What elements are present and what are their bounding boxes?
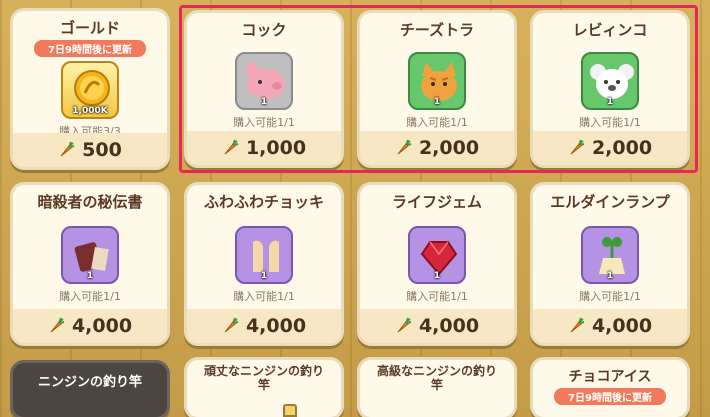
item-name: ニンジンの釣り竿 <box>37 375 142 390</box>
price: 2,000 <box>418 137 480 159</box>
carrot-icon <box>397 317 412 333</box>
price: 4,000 <box>591 315 653 337</box>
item-quantity: 1 <box>606 271 614 281</box>
purchase-limit: 購入可能1/1 <box>59 290 121 303</box>
purchase-limit: 購入可能1/1 <box>406 290 468 303</box>
scroll-book-icon: 1 <box>61 226 119 284</box>
item-name: エルダインランプ <box>550 193 670 211</box>
shop-item-cheese-tora[interactable]: チーズトラ 1 購入可能1/1 2,000 <box>357 10 517 168</box>
item-name: 高級なニンジンの釣り竿 <box>376 364 497 392</box>
item-name: チョコアイス <box>568 369 652 385</box>
item-name: チーズトラ <box>399 21 475 39</box>
carrot-icon <box>60 141 75 157</box>
purchase-limit: 購入可能1/1 <box>579 290 641 303</box>
refresh-timer-badge: 7日9時間後に更新 <box>554 388 666 405</box>
shop-item-carrot-rod[interactable]: ニンジンの釣り竿 <box>10 360 170 417</box>
carrot-icon <box>570 317 585 333</box>
price: 2,000 <box>591 137 653 159</box>
scroll-pointer-icon <box>283 404 297 417</box>
orange-cat-icon: 1 <box>408 52 466 110</box>
item-name: コック <box>241 21 287 39</box>
carrot-icon <box>570 139 585 155</box>
shop-item-sturdy-carrot-rod[interactable]: 頑丈なニンジンの釣り竿 <box>184 357 344 417</box>
shop-item-choco-ice[interactable]: チョコアイス 7日9時間後に更新 <box>530 357 690 417</box>
item-quantity: 1,000K <box>72 106 108 116</box>
price-bar: 2,000 <box>360 131 514 165</box>
purchase-limit: 購入可能1/1 <box>233 116 295 129</box>
item-name: レビィンコ <box>572 21 648 39</box>
price-bar: 4,000 <box>533 309 687 343</box>
item-name: ふわふわチョッキ <box>203 193 324 211</box>
item-name: ゴールド <box>59 19 120 37</box>
purchase-limit: 購入可能1/1 <box>579 116 641 129</box>
price-bar: 4,000 <box>360 309 514 343</box>
shop-item-fluffy-vest[interactable]: ふわふわチョッキ 1 購入可能1/1 4,000 <box>184 182 344 346</box>
price-bar: 4,000 <box>13 309 167 343</box>
carrot-icon <box>50 317 65 333</box>
shop-item-assassin-book[interactable]: 暗殺者の秘伝書 1 購入可能1/1 4,000 <box>10 182 170 346</box>
price: 500 <box>82 139 122 161</box>
shop-item-kokku[interactable]: コック 1 購入可能1/1 1,000 <box>184 10 344 168</box>
price: 4,000 <box>245 315 307 337</box>
shop-item-gold[interactable]: ゴールド 7日9時間後に更新 1,000K 購入可能3/3 500 <box>10 8 170 170</box>
item-quantity: 1 <box>86 271 94 281</box>
price-bar: 500 <box>13 133 167 167</box>
refresh-timer-badge: 7日9時間後に更新 <box>34 40 146 57</box>
price-bar: 1,000 <box>187 131 341 165</box>
item-name: 暗殺者の秘伝書 <box>37 193 143 211</box>
carrot-icon <box>397 139 412 155</box>
price: 4,000 <box>418 315 480 337</box>
shop-grid: ゴールド 7日9時間後に更新 1,000K 購入可能3/3 500 コック 1 … <box>0 0 710 417</box>
red-gem-icon: 1 <box>408 226 466 284</box>
shop-item-life-gem[interactable]: ライフジェム 1 購入可能1/1 4,000 <box>357 182 517 346</box>
price-bar: 2,000 <box>533 131 687 165</box>
item-name: 頑丈なニンジンの釣り竿 <box>203 364 324 392</box>
shop-item-eldine-lamp[interactable]: エルダインランプ 1 購入可能1/1 4,000 <box>530 182 690 346</box>
carrot-icon <box>224 139 239 155</box>
shop-item-fancy-carrot-rod[interactable]: 高級なニンジンの釣り竿 <box>357 357 517 417</box>
price: 1,000 <box>245 137 307 159</box>
item-quantity: 1 <box>433 97 441 107</box>
purchase-limit: 購入可能1/1 <box>233 290 295 303</box>
plant-lamp-icon: 1 <box>581 226 639 284</box>
shop-item-revinko[interactable]: レビィンコ 1 購入可能1/1 2,000 <box>530 10 690 168</box>
item-quantity: 1 <box>260 271 268 281</box>
price: 4,000 <box>71 315 133 337</box>
price-bar: 4,000 <box>187 309 341 343</box>
pink-pig-icon: 1 <box>235 52 293 110</box>
item-quantity: 1 <box>433 271 441 281</box>
white-koala-icon: 1 <box>581 52 639 110</box>
fluffy-vest-icon: 1 <box>235 226 293 284</box>
item-name: ライフジェム <box>391 193 482 211</box>
item-quantity: 1 <box>606 97 614 107</box>
item-quantity: 1 <box>260 97 268 107</box>
gold-coin-icon: 1,000K <box>61 61 119 119</box>
purchase-limit: 購入可能1/1 <box>406 116 468 129</box>
carrot-icon <box>224 317 239 333</box>
